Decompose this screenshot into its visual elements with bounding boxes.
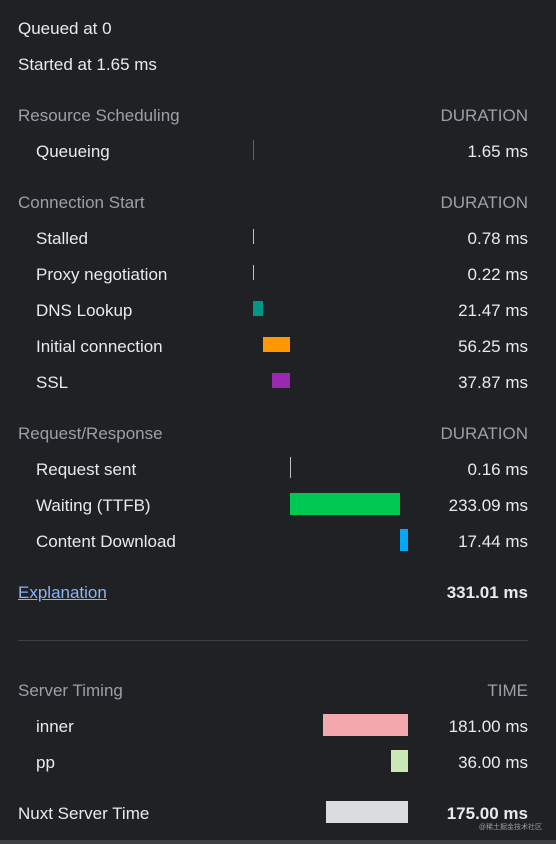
row-value-stalled: 0.78 ms — [467, 229, 528, 248]
row-value-ttfb: 233.09 ms — [448, 496, 528, 515]
row-label-proxy: Proxy negotiation — [36, 265, 168, 284]
row-value-queueing: 1.65 ms — [467, 142, 528, 161]
started-at: Started at 1.65 ms — [18, 55, 157, 74]
bottom-border — [0, 840, 556, 844]
row-value-dns: 21.47 ms — [458, 301, 528, 320]
row-label-dns: DNS Lookup — [36, 301, 133, 320]
row-value-pp: 36.00 ms — [458, 753, 528, 772]
row-value-request-sent: 0.16 ms — [467, 460, 528, 479]
row-label-content-download: Content Download — [36, 532, 176, 551]
time-header: TIME — [487, 681, 528, 700]
bar-ssl — [272, 373, 290, 388]
row-label-ttfb: Waiting (TTFB) — [36, 496, 151, 515]
bar-request-sent — [290, 457, 291, 478]
bar-content-download — [400, 529, 408, 551]
row-label-queueing: Queueing — [36, 142, 110, 161]
section-title-request-response: Request/Response — [18, 424, 163, 443]
duration-header: DURATION — [440, 193, 528, 212]
row-label-stalled: Stalled — [36, 229, 88, 248]
bar-ttfb — [290, 493, 400, 515]
bar-dns — [253, 301, 263, 316]
divider — [18, 640, 528, 641]
bar-stalled — [253, 229, 254, 244]
row-value-proxy: 0.22 ms — [467, 265, 528, 284]
row-label-pp: pp — [36, 753, 55, 772]
total-duration: 331.01 ms — [446, 583, 528, 602]
row-value-ssl: 37.87 ms — [458, 373, 528, 392]
row-label-request-sent: Request sent — [36, 460, 137, 479]
bar-proxy — [253, 265, 254, 280]
bar-queueing — [253, 140, 254, 160]
bar-inner — [323, 714, 408, 736]
row-label-inner: inner — [36, 717, 74, 736]
section-title-connection-start: Connection Start — [18, 193, 145, 212]
explanation-link[interactable]: Explanation — [18, 583, 107, 603]
section-title-server-timing: Server Timing — [18, 681, 123, 700]
duration-header: DURATION — [440, 106, 528, 125]
server-total-label: Nuxt Server Time — [18, 804, 150, 823]
row-value-inner: 181.00 ms — [448, 717, 528, 736]
row-value-content-download: 17.44 ms — [458, 532, 528, 551]
section-title-resource-scheduling: Resource Scheduling — [18, 106, 180, 125]
server-total-value: 175.00 ms — [446, 804, 528, 823]
watermark: @稀土掘金技术社区 — [478, 824, 542, 831]
bar-server-total — [326, 801, 408, 823]
row-label-initial-connection: Initial connection — [36, 337, 163, 356]
bar-initial-connection — [263, 337, 290, 352]
bar-pp — [391, 750, 408, 772]
duration-header: DURATION — [440, 424, 528, 443]
row-label-ssl: SSL — [36, 373, 69, 392]
queued-at: Queued at 0 — [18, 19, 112, 38]
row-value-initial-connection: 56.25 ms — [458, 337, 528, 356]
